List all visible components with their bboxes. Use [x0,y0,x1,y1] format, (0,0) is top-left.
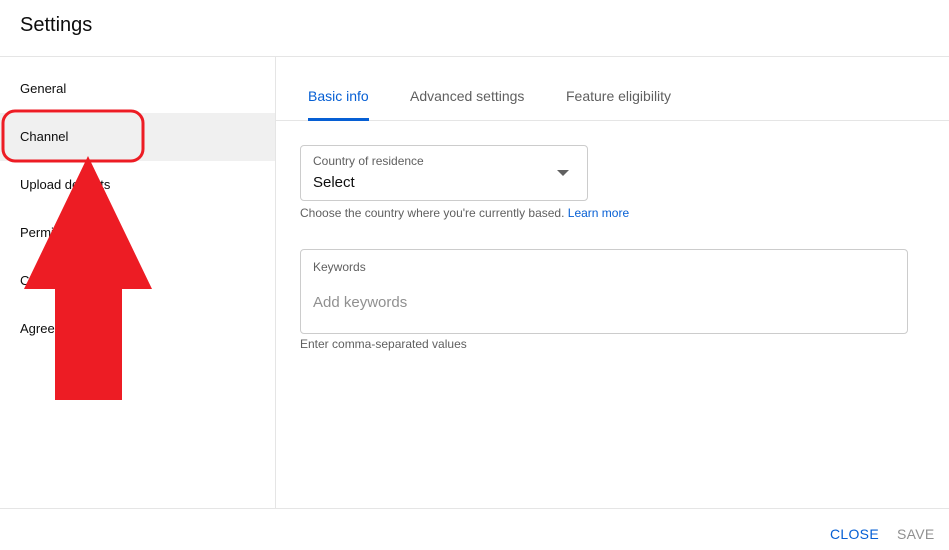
settings-tabs: Basic info Advanced settings Feature eli… [276,57,949,121]
dialog-header: Settings [0,0,949,57]
sidebar-item-channel[interactable]: Channel [0,113,275,161]
learn-more-link[interactable]: Learn more [568,206,629,220]
caret-down-icon [557,170,569,176]
country-helper-text: Choose the country where you're currentl… [300,206,565,220]
tab-advanced-settings-label: Advanced settings [410,88,525,104]
tab-feature-eligibility-label: Feature eligibility [566,88,672,104]
sidebar-item-general[interactable]: General [0,65,275,113]
sidebar-item-upload-defaults[interactable]: Upload defaults [0,161,275,209]
active-tab-indicator [308,118,369,121]
keywords-input[interactable] [313,290,893,314]
country-select[interactable]: Country of residence Select [300,145,588,201]
tab-basic-info[interactable]: Basic info [308,57,369,121]
sidebar-item-permissions[interactable]: Permissions [0,209,275,257]
tab-feature-eligibility[interactable]: Feature eligibility [566,57,671,121]
keywords-helper: Enter comma-separated values [300,337,467,351]
save-button[interactable]: SAVE [897,526,935,542]
settings-sidebar: General Channel Upload defaults Permissi… [0,57,276,508]
keywords-label: Keywords [313,260,366,274]
sidebar-item-community[interactable]: Community [0,257,275,305]
country-select-value: Select [313,174,355,191]
sidebar-item-agreements[interactable]: Agreements [0,305,275,353]
close-button[interactable]: CLOSE [830,526,879,542]
country-helper: Choose the country where you're currentl… [300,206,629,220]
tab-advanced-settings[interactable]: Advanced settings [410,57,524,121]
country-select-label: Country of residence [313,154,424,168]
tab-basic-info-label: Basic info [308,88,369,104]
dialog-footer: CLOSE SAVE [0,508,949,550]
dialog-title: Settings [20,14,93,36]
keywords-field[interactable]: Keywords [300,249,908,334]
